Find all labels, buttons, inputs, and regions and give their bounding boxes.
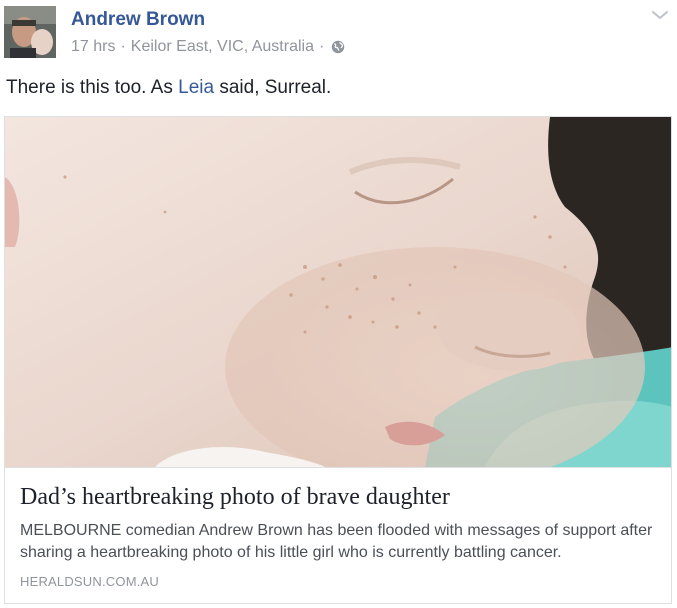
- link-title[interactable]: Dad’s heartbreaking photo of brave daugh…: [20, 484, 450, 511]
- link-description: MELBOURNE comedian Andrew Brown has been…: [20, 522, 653, 561]
- link-preview-card[interactable]: Dad’s heartbreaking photo of brave daugh…: [4, 116, 672, 604]
- post-meta: 17 hrs · Keilor East, VIC, Australia ·: [71, 38, 345, 56]
- post-text: There is this too. As Leia said, Surreal…: [6, 77, 331, 99]
- author-name-link[interactable]: Andrew Brown: [71, 9, 205, 31]
- link-preview-image[interactable]: [5, 117, 671, 467]
- link-preview-body[interactable]: Dad’s heartbreaking photo of brave daugh…: [5, 467, 671, 603]
- post-text-before: There is this too. As: [6, 77, 179, 98]
- post-timestamp[interactable]: 17 hrs: [71, 38, 115, 56]
- avatar-photo: [4, 6, 56, 58]
- globe-icon[interactable]: [331, 40, 345, 54]
- post-location[interactable]: Keilor East, VIC, Australia: [131, 38, 314, 56]
- post-text-after: said, Surreal.: [214, 77, 332, 98]
- meta-separator: ·: [120, 38, 126, 55]
- avatar[interactable]: [4, 6, 56, 58]
- mention-link[interactable]: Leia: [178, 77, 214, 98]
- meta-separator-2: ·: [318, 38, 325, 55]
- link-domain: HERALDSUN.COM.AU: [20, 574, 159, 589]
- chevron-down-icon[interactable]: [651, 8, 669, 22]
